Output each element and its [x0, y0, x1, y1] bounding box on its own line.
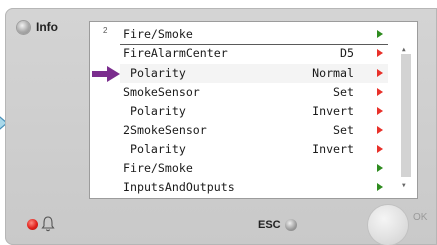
menu-row-fire-smoke[interactable]: Fire/Smoke — [120, 159, 388, 178]
scroll-down-icon[interactable]: ▼ — [402, 182, 406, 189]
row-value: Invert — [312, 104, 354, 118]
ok-button[interactable] — [368, 205, 408, 245]
red-arrow-icon — [377, 145, 383, 153]
page-number: 2 — [103, 26, 108, 35]
row-label: Polarity — [123, 104, 186, 118]
scroll-up-icon[interactable]: ▲ — [402, 46, 406, 53]
red-arrow-icon — [377, 107, 383, 115]
green-arrow-icon — [377, 183, 383, 191]
menu-row-polarity[interactable]: Polarity Invert — [120, 140, 388, 159]
menu-row-polarity[interactable]: Polarity Invert — [120, 102, 388, 121]
menu-title-row[interactable]: Fire/Smoke — [120, 25, 388, 45]
row-label: Polarity — [123, 142, 186, 156]
row-value: D5 — [340, 46, 354, 60]
green-arrow-icon — [377, 164, 383, 172]
row-label: Fire/Smoke — [123, 161, 193, 175]
red-arrow-icon — [377, 126, 383, 134]
esc-label: ESC — [258, 219, 281, 231]
row-value: Set — [333, 85, 354, 99]
row-label: Polarity — [123, 66, 186, 80]
info-label: Info — [36, 20, 58, 34]
row-label: 2SmokeSensor — [123, 123, 207, 137]
alarm-led — [27, 219, 38, 230]
scrollbar-thumb[interactable] — [401, 54, 411, 177]
bell-icon — [41, 216, 55, 232]
row-value: Normal — [312, 66, 354, 80]
red-arrow-icon — [377, 49, 383, 57]
row-value: Set — [333, 123, 354, 137]
menu-row-inputs-and-outputs[interactable]: InputsAndOutputs — [120, 178, 388, 197]
red-arrow-icon — [377, 88, 383, 96]
esc-button[interactable] — [285, 219, 297, 231]
row-label: FireAlarmCenter — [123, 46, 228, 60]
menu-row-2-smoke-sensor[interactable]: 2SmokeSensor Set — [120, 121, 388, 140]
green-arrow-icon — [377, 30, 383, 38]
menu-row-smoke-sensor[interactable]: SmokeSensor Set — [120, 83, 388, 102]
menu-row-fire-alarm-center[interactable]: FireAlarmCenter D5 — [120, 44, 388, 63]
row-value: Invert — [312, 142, 354, 156]
ok-label: OK — [413, 212, 428, 223]
row-label: InputsAndOutputs — [123, 180, 235, 194]
menu-title: Fire/Smoke — [123, 27, 193, 41]
red-arrow-icon — [377, 69, 383, 77]
selection-pointer-icon — [92, 66, 120, 82]
info-led — [17, 21, 30, 34]
menu-row-polarity-selected[interactable]: Polarity Normal — [120, 64, 388, 83]
row-label: SmokeSensor — [123, 85, 200, 99]
